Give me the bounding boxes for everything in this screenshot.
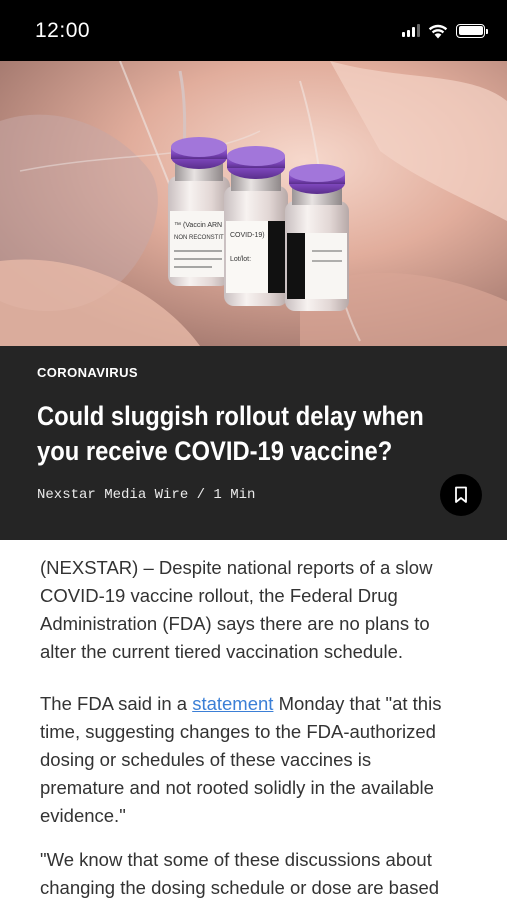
status-time: 12:00 <box>35 18 91 42</box>
byline: Nexstar Media Wire / 1 Min <box>37 487 256 503</box>
wifi-icon <box>428 24 448 38</box>
svg-text:™ (Vaccin ARN: ™ (Vaccin ARN <box>174 222 222 229</box>
signal-icon <box>402 24 420 37</box>
category-label[interactable]: CORONAVIRUS <box>37 365 138 380</box>
svg-text:NON RECONSTIT: NON RECONSTIT <box>174 235 224 241</box>
status-bar: 12:00 <box>0 0 507 61</box>
bookmark-icon <box>455 486 467 503</box>
statement-link[interactable]: statement <box>192 693 273 714</box>
article-paragraph-1: (NEXSTAR) – Despite national reports of … <box>40 557 433 662</box>
article-body: (NEXSTAR) – Despite national reports of … <box>0 540 507 900</box>
battery-icon <box>456 23 488 38</box>
svg-text:COVID-19): COVID-19) <box>230 232 265 239</box>
status-icons <box>402 23 488 39</box>
article-screen: 12:00 ™ (Vaccin ARN NON RECONSTIT COVID-… <box>0 0 507 900</box>
headline-line: Could sluggish rollout delay when <box>37 401 424 431</box>
svg-text:Lot/lot:: Lot/lot: <box>230 256 251 263</box>
bookmark-button[interactable] <box>440 474 482 516</box>
article-paragraph-3: "We know that some of these discussions … <box>40 849 440 898</box>
article-headline: Could sluggish rollout delay when you re… <box>37 399 424 469</box>
headline-block: CORONAVIRUS Could sluggish rollout delay… <box>0 346 507 540</box>
hero-image[interactable]: ™ (Vaccin ARN NON RECONSTIT COVID-19) Lo… <box>0 61 507 346</box>
article-paragraph-2: The FDA said in a statement Monday that … <box>40 693 442 826</box>
vaccine-vials-photo: ™ (Vaccin ARN NON RECONSTIT COVID-19) Lo… <box>0 61 507 346</box>
headline-line: you receive COVID-19 vaccine? <box>37 436 393 466</box>
